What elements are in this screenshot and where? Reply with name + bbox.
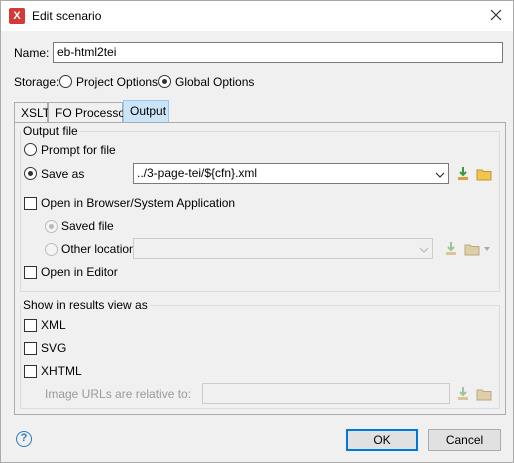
xhtml-label: XHTML	[41, 364, 82, 378]
results-view-group-title: Show in results view as	[21, 298, 150, 312]
chevron-down-icon[interactable]	[419, 246, 429, 254]
tab-xslt-label: XSLT	[21, 106, 51, 120]
name-field[interactable]: eb-html2tei	[53, 42, 503, 63]
close-icon[interactable]	[487, 6, 505, 24]
insert-editor-variables-icon[interactable]	[455, 386, 471, 402]
save-as-path-value: ../3-page-tei/${cfn}.xml	[137, 166, 258, 180]
help-icon[interactable]: ?	[16, 431, 32, 447]
folder-menu-chevron-icon[interactable]	[483, 246, 491, 252]
xml-label: XML	[41, 318, 66, 332]
other-location-radio[interactable]	[45, 243, 58, 256]
chevron-down-icon[interactable]	[435, 171, 445, 179]
oxygen-x-icon: X	[9, 8, 25, 24]
edit-scenario-dialog: X Edit scenario Name: eb-html2tei Storag…	[0, 0, 514, 463]
storage-label: Storage:	[14, 75, 60, 89]
insert-editor-variables-icon[interactable]	[443, 241, 459, 257]
folder-icon[interactable]	[476, 166, 492, 182]
svg-checkbox[interactable]	[24, 342, 37, 355]
open-in-editor-checkbox[interactable]	[24, 266, 37, 279]
image-urls-label: Image URLs are relative to:	[45, 387, 192, 401]
folder-icon[interactable]	[476, 386, 492, 402]
global-options-label: Global Options	[175, 75, 255, 89]
insert-editor-variables-icon[interactable]	[455, 166, 471, 182]
tab-fo-processor[interactable]: FO Processor	[48, 102, 129, 123]
save-as-path-combo[interactable]: ../3-page-tei/${cfn}.xml	[133, 163, 449, 184]
saved-file-radio[interactable]	[45, 220, 58, 233]
svg-label: SVG	[41, 341, 67, 355]
xml-checkbox[interactable]	[24, 319, 37, 332]
project-options-label: Project Options	[76, 75, 159, 89]
tab-output[interactable]: Output	[123, 100, 169, 123]
ok-button[interactable]: OK	[346, 429, 418, 451]
output-file-group-title: Output file	[21, 124, 80, 138]
image-urls-field[interactable]	[202, 383, 450, 404]
save-as-radio[interactable]	[24, 167, 37, 180]
tab-output-label: Output	[130, 104, 167, 118]
cancel-button[interactable]: Cancel	[428, 429, 501, 451]
other-location-label: Other location	[61, 242, 136, 256]
open-in-browser-label: Open in Browser/System Application	[41, 196, 236, 210]
save-as-label: Save as	[41, 167, 85, 181]
xhtml-checkbox[interactable]	[24, 365, 37, 378]
open-in-editor-label: Open in Editor	[41, 265, 118, 279]
other-location-combo[interactable]	[133, 238, 433, 259]
title-bar: X Edit scenario	[1, 1, 513, 31]
tab-xslt[interactable]: XSLT	[14, 102, 51, 123]
tab-fo-processor-label: FO Processor	[55, 106, 130, 120]
name-label: Name:	[14, 46, 50, 60]
window-title: Edit scenario	[32, 9, 102, 23]
global-options-radio[interactable]	[158, 75, 171, 88]
prompt-for-file-radio[interactable]	[24, 143, 37, 156]
project-options-radio[interactable]	[59, 75, 72, 88]
saved-file-label: Saved file	[61, 219, 114, 233]
prompt-for-file-label: Prompt for file	[41, 143, 116, 157]
output-panel: Output file Prompt for file Save as ../3…	[14, 122, 506, 415]
open-in-browser-checkbox[interactable]	[24, 197, 37, 210]
folder-icon[interactable]	[464, 241, 480, 257]
